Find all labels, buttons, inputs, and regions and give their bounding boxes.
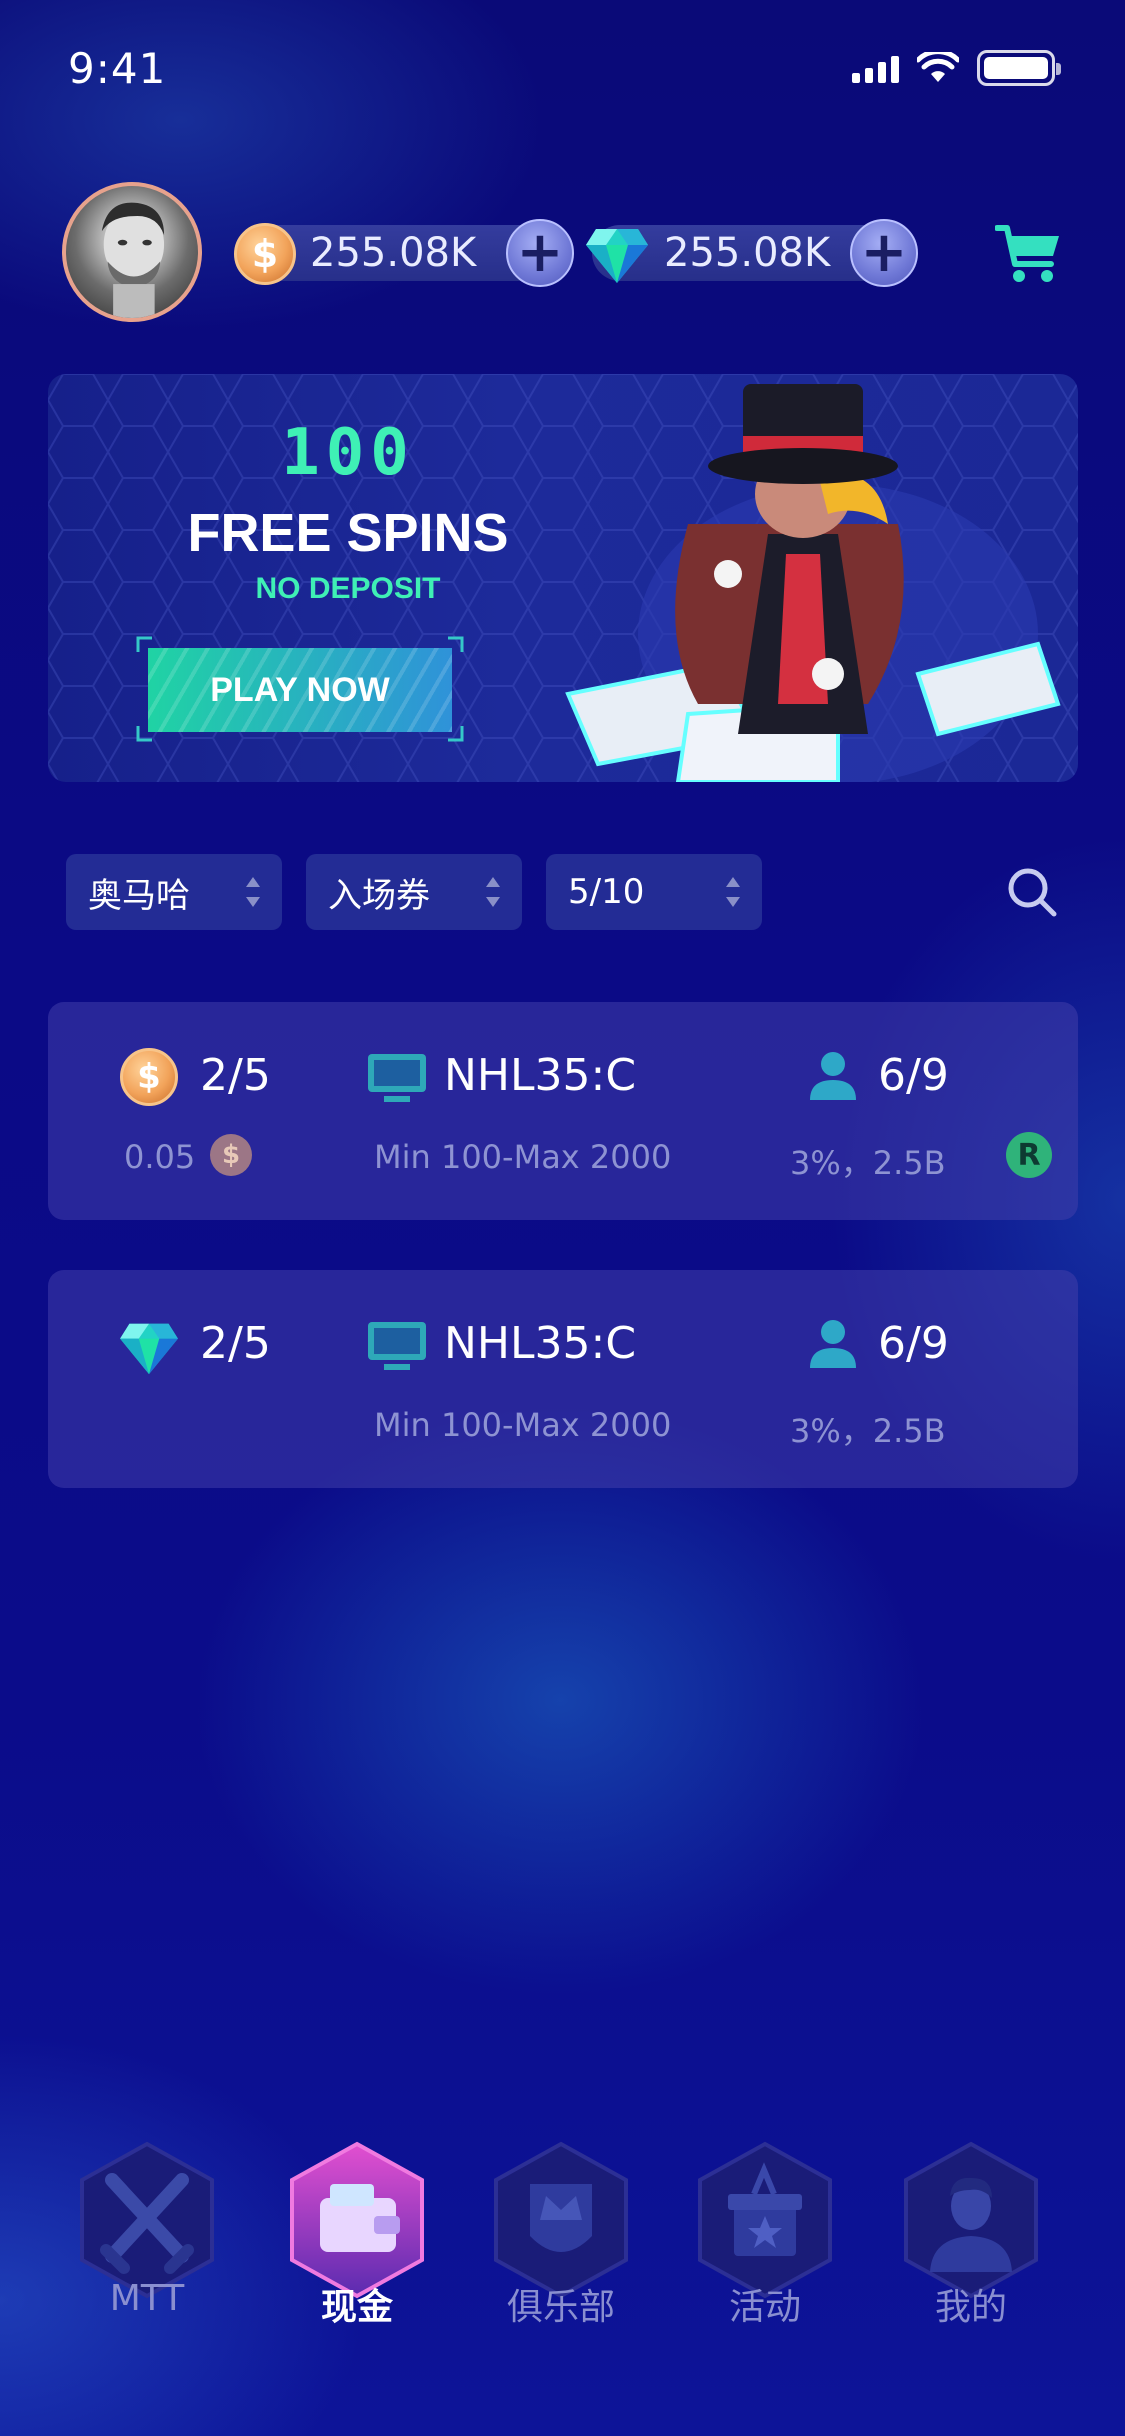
shopping-cart-icon[interactable] [995, 222, 1063, 284]
table-row[interactable]: 2/5 NHL35:C Min 100-Max 2000 6/9 3%，2.5B [48, 1270, 1078, 1488]
crossed-swords-icon [80, 2141, 214, 2299]
diamond-icon [586, 229, 648, 283]
entry-type-filter-label: 入场券 [328, 875, 430, 916]
player-icon [810, 1052, 856, 1100]
table-rake: 3%，2.5B [790, 1412, 946, 1450]
nav-mtt[interactable]: MTT [72, 2140, 222, 2340]
r-badge: R [1006, 1132, 1052, 1178]
coin-balance: $ 255.08K + [234, 219, 574, 287]
stakes-filter[interactable]: 5/10 [546, 854, 762, 930]
magician-illustration [565, 384, 1061, 782]
coin-icon: $ [234, 223, 296, 285]
table-limits: Min 100-Max 2000 [374, 1406, 672, 1444]
wifi-icon [917, 52, 959, 82]
table-rake: 3%，2.5B [790, 1144, 946, 1182]
coin-balance-value: 255.08K [310, 230, 477, 276]
play-now-button[interactable]: PLAY NOW [148, 648, 452, 732]
cellular-signal-icon [852, 53, 899, 83]
table-name: NHL35:C [444, 1318, 637, 1369]
monitor-icon [368, 1322, 426, 1370]
nav-club[interactable]: 俱乐部 [486, 2140, 636, 2340]
diamond-balance-value: 255.08K [664, 230, 831, 276]
status-time: 9:41 [68, 44, 167, 93]
sort-arrows-icon [246, 877, 260, 907]
nav-label: 俱乐部 [506, 2287, 615, 2328]
entry-type-filter[interactable]: 入场券 [306, 854, 522, 930]
table-blinds: 2/5 [200, 1318, 271, 1369]
user-avatar[interactable] [62, 182, 202, 322]
table-players: 6/9 [878, 1050, 949, 1101]
avatar-face-icon [101, 202, 165, 318]
coin-icon: $ [120, 1048, 178, 1106]
nav-cash[interactable]: 现金 [282, 2140, 432, 2340]
search-icon[interactable] [1006, 866, 1058, 918]
table-name: NHL35:C [444, 1050, 637, 1101]
nav-events[interactable]: 活动 [690, 2140, 840, 2340]
profile-icon [904, 2141, 1038, 2299]
promo-banner[interactable]: 100 FREE SPINS NO DEPOSIT PLAY NOW [48, 374, 1078, 782]
battery-icon [977, 50, 1061, 86]
table-limits: Min 100-Max 2000 [374, 1138, 672, 1176]
wallet-icon [290, 2141, 424, 2299]
table-players: 6/9 [878, 1318, 949, 1369]
game-type-filter[interactable]: 奥马哈 [66, 854, 282, 930]
nav-profile[interactable]: 我的 [896, 2140, 1046, 2340]
nav-label: 活动 [728, 2287, 801, 2328]
monitor-icon [368, 1054, 426, 1102]
player-icon [810, 1320, 856, 1368]
table-blinds: 2/5 [200, 1050, 271, 1101]
crown-shield-icon [494, 2141, 628, 2299]
nav-label: 我的 [934, 2287, 1007, 2328]
table-min-bet: 0.05 [124, 1138, 196, 1176]
stakes-filter-label: 5/10 [568, 872, 645, 912]
nav-label: 现金 [320, 2287, 393, 2328]
gift-box-icon [698, 2141, 832, 2299]
table-row[interactable]: $ 2/5 0.05 $ NHL35:C Min 100-Max 2000 6/… [48, 1002, 1078, 1220]
sort-arrows-icon [486, 877, 500, 907]
diamond-balance: 255.08K + [586, 219, 918, 287]
coin-icon: $ [210, 1134, 252, 1176]
nav-label: MTT [109, 2278, 185, 2319]
add-diamonds-button[interactable]: + [850, 219, 918, 287]
diamond-icon [120, 1323, 178, 1375]
add-coins-button[interactable]: + [506, 219, 574, 287]
sort-arrows-icon [726, 877, 740, 907]
status-icons [852, 50, 1061, 86]
game-type-filter-label: 奥马哈 [88, 875, 190, 916]
